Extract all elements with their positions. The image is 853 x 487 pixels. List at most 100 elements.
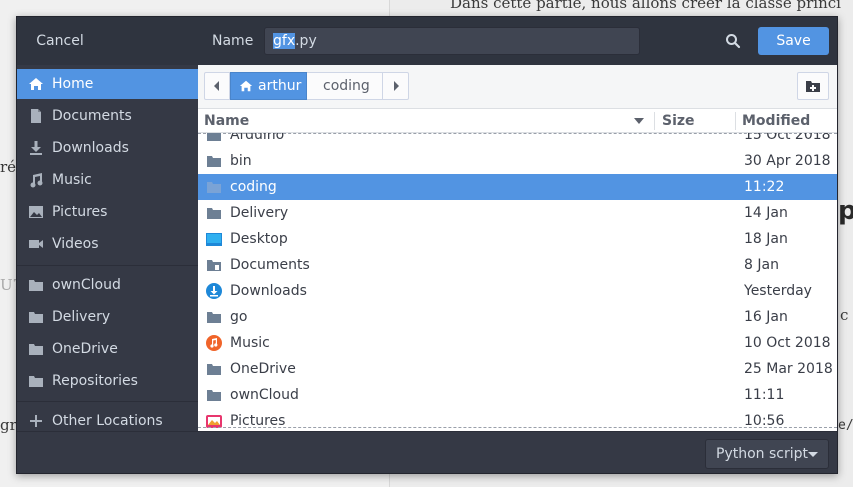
- file-modified: 11:11: [744, 387, 785, 403]
- folder-icon: [28, 277, 44, 293]
- file-modified: 10 Oct 2018: [744, 335, 831, 351]
- sidebar-item-music[interactable]: Music: [17, 165, 198, 195]
- dialog-footer: Python script: [17, 431, 837, 473]
- sidebar-item-label: ownCloud: [52, 277, 121, 293]
- desktop-folder-icon: [206, 233, 222, 246]
- file-modified: 30 Apr 2018: [744, 153, 831, 169]
- file-row-music[interactable]: Music 10 Oct 2018: [198, 330, 837, 356]
- name-label: Name: [212, 33, 254, 49]
- file-modified: 15 Oct 2018: [744, 133, 831, 143]
- background-fragment: U7: [0, 276, 16, 294]
- filename-extension: .py: [295, 33, 317, 49]
- sidebar-item-onedrive[interactable]: OneDrive: [17, 334, 198, 364]
- sidebar-item-documents[interactable]: Documents: [17, 101, 198, 131]
- save-button[interactable]: Save: [758, 27, 829, 55]
- file-type-filter[interactable]: Python script: [705, 439, 829, 469]
- folder-icon: [28, 309, 44, 325]
- sidebar-item-label: Other Locations: [52, 413, 163, 429]
- sidebar-item-label: Home: [52, 76, 94, 92]
- folder-icon: [207, 133, 221, 141]
- chevron-down-icon: [808, 452, 818, 457]
- sidebar-item-repositories[interactable]: Repositories: [17, 366, 198, 396]
- file-row-downloads[interactable]: Downloads Yesterday: [198, 278, 837, 304]
- sidebar-item-label: Pictures: [52, 204, 108, 220]
- search-icon: [726, 34, 741, 49]
- document-icon: [28, 108, 44, 124]
- file-name: bin: [230, 153, 252, 169]
- folder-icon: [207, 364, 221, 375]
- folder-icon: [207, 390, 221, 401]
- file-row-bin[interactable]: bin 30 Apr 2018: [198, 148, 837, 174]
- sidebar-item-label: Repositories: [52, 373, 138, 389]
- file-modified: 16 Jan: [744, 309, 788, 325]
- chevron-left-icon: [214, 81, 219, 91]
- file-name: Documents: [230, 257, 310, 273]
- file-row-desktop[interactable]: Desktop 18 Jan: [198, 226, 837, 252]
- chevron-right-icon: [393, 81, 399, 91]
- file-row-delivery[interactable]: Delivery 14 Jan: [198, 200, 837, 226]
- sidebar-item-videos[interactable]: Videos: [17, 229, 198, 259]
- background-fragment: c: [840, 306, 849, 324]
- sidebar-item-home[interactable]: Home: [17, 69, 198, 99]
- file-modified: 18 Jan: [744, 231, 788, 247]
- sidebar-item-label: Videos: [52, 236, 99, 252]
- path-forward-button[interactable]: [383, 72, 409, 100]
- background-top-text: Dans cette partie, nous allons créer la …: [450, 0, 841, 12]
- file-row-arduino[interactable]: Arduino 15 Oct 2018: [198, 133, 837, 148]
- sidebar-item-label: Delivery: [52, 309, 111, 325]
- sidebar-item-owncloud[interactable]: ownCloud: [17, 270, 198, 300]
- file-modified: 14 Jan: [744, 205, 788, 221]
- file-row-coding[interactable]: coding 11:22: [198, 174, 837, 200]
- folder-icon: [28, 341, 44, 357]
- sidebar-item-delivery[interactable]: Delivery: [17, 302, 198, 332]
- breadcrumb-label: coding: [323, 78, 370, 94]
- header-bar: Cancel Name gfx .py Save: [17, 17, 837, 65]
- new-folder-button[interactable]: [797, 72, 829, 100]
- sidebar-item-label: Music: [52, 172, 92, 188]
- file-modified: 25 Mar 2018: [744, 361, 833, 377]
- cancel-button[interactable]: Cancel: [27, 26, 93, 56]
- sidebar-separator: [17, 401, 198, 402]
- filename-input[interactable]: gfx .py: [264, 27, 640, 55]
- file-row-documents[interactable]: Documents 8 Jan: [198, 252, 837, 278]
- file-chooser-dialog: Cancel Name gfx.py Save Home Documents: [16, 16, 838, 474]
- search-button[interactable]: [721, 29, 745, 53]
- breadcrumb-label: arthur: [258, 78, 302, 94]
- file-row-onedrive[interactable]: OneDrive 25 Mar 2018: [198, 356, 837, 382]
- file-name: Music: [230, 335, 270, 351]
- plus-icon: [28, 413, 44, 429]
- file-name: coding: [230, 179, 277, 195]
- file-name: go: [230, 309, 248, 325]
- sidebar-item-label: Documents: [52, 108, 132, 124]
- column-size[interactable]: Size: [662, 113, 695, 129]
- sidebar-item-other-locations[interactable]: Other Locations: [17, 406, 198, 431]
- file-name: OneDrive: [230, 361, 296, 377]
- breadcrumb-home-arthur[interactable]: arthur: [230, 72, 307, 100]
- file-name: Delivery: [230, 205, 289, 221]
- background-fragment: gr: [0, 416, 16, 434]
- downloads-folder-icon: [206, 283, 222, 299]
- sidebar-item-downloads[interactable]: Downloads: [17, 133, 198, 163]
- column-name[interactable]: Name: [204, 113, 249, 129]
- file-name: Arduino: [230, 133, 285, 143]
- file-type-label: Python script: [716, 446, 808, 462]
- sort-descending-icon[interactable]: [634, 118, 644, 124]
- sidebar-item-pictures[interactable]: Pictures: [17, 197, 198, 227]
- background-heading-fragment: p: [838, 196, 853, 226]
- filename-selected-text: gfx: [273, 33, 296, 49]
- home-icon: [28, 76, 44, 92]
- sidebar-item-label: OneDrive: [52, 341, 118, 357]
- music-icon: [28, 172, 44, 188]
- folder-icon: [207, 182, 221, 193]
- download-icon: [28, 140, 44, 156]
- file-name: ownCloud: [230, 387, 299, 403]
- path-back-button[interactable]: [204, 72, 230, 100]
- drop-indicator-line: [198, 427, 837, 428]
- places-sidebar: Home Documents Downloads Music Pictures: [17, 65, 198, 431]
- breadcrumb-coding[interactable]: coding: [307, 72, 383, 100]
- file-modified: 11:22: [744, 179, 785, 195]
- column-modified[interactable]: Modified: [742, 113, 810, 129]
- file-row-owncloud[interactable]: ownCloud 11:11: [198, 382, 837, 408]
- picture-icon: [28, 204, 44, 220]
- file-row-go[interactable]: go 16 Jan: [198, 304, 837, 330]
